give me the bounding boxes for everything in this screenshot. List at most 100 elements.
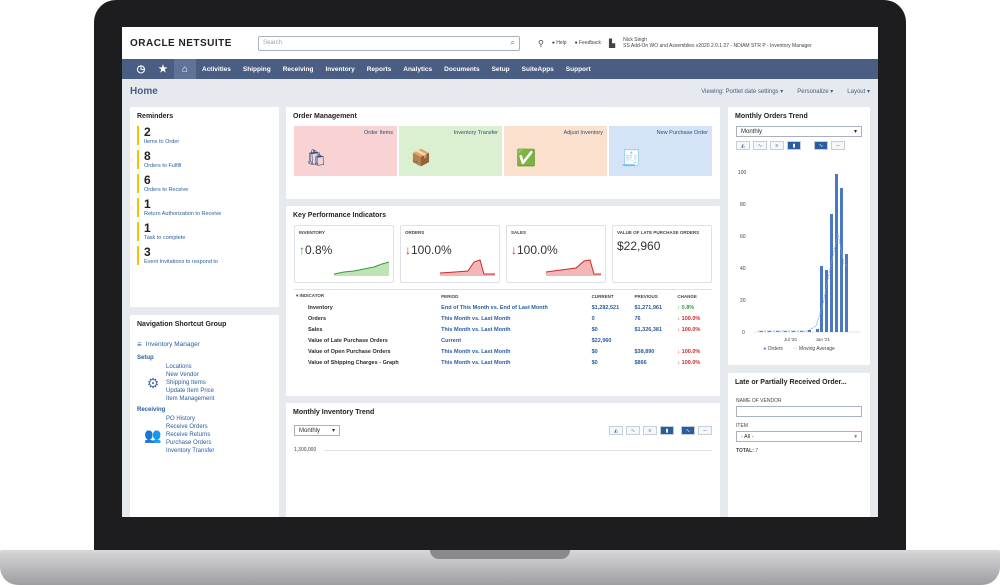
reminder-item[interactable]: 3 Event Invitations to respond to bbox=[137, 246, 272, 265]
bar-chart-icon[interactable]: ▮ bbox=[660, 426, 674, 435]
shortcut-link[interactable]: Locations bbox=[166, 363, 214, 371]
nav-inventory[interactable]: Inventory bbox=[319, 66, 360, 73]
bar-chart-icon[interactable]: ▮ bbox=[787, 141, 801, 150]
kpi-card-inventory[interactable]: INVENTORY ↑0.8% bbox=[294, 225, 394, 283]
period-cell[interactable]: End of This Month vs. End of Last Month bbox=[439, 302, 589, 313]
area-chart-icon[interactable]: ◭ bbox=[609, 426, 623, 435]
shortcut-link[interactable]: New Vendor bbox=[166, 371, 214, 379]
kpi-card-orders[interactable]: ORDERS ↓100.0% bbox=[400, 225, 500, 283]
shortcut-link[interactable]: Purchase Orders bbox=[166, 439, 214, 447]
search-icon[interactable]: ⌕ bbox=[511, 38, 515, 48]
moving-average-icon[interactable]: ∽ bbox=[831, 141, 845, 150]
nav-receiving[interactable]: Receiving bbox=[277, 66, 320, 73]
recent-records-icon[interactable]: ⚲ bbox=[538, 39, 544, 48]
shortcuts-star-icon[interactable]: ★ bbox=[152, 59, 174, 79]
nav-activities[interactable]: Activities bbox=[196, 66, 237, 73]
help-link[interactable]: ● Help bbox=[552, 40, 567, 46]
nav-setup[interactable]: Setup bbox=[486, 66, 516, 73]
previous-cell[interactable]: $1,326,381 bbox=[632, 324, 675, 335]
table-row: Value of Open Purchase Orders This Month … bbox=[294, 346, 712, 357]
previous-cell[interactable]: $866 bbox=[632, 357, 675, 368]
reminder-label[interactable]: Event Invitations to respond to bbox=[144, 259, 272, 265]
line-chart-icon[interactable]: ∿ bbox=[626, 426, 640, 435]
reminder-label[interactable]: Orders to Fulfill bbox=[144, 163, 272, 169]
new-purchase-order-tile[interactable]: New Purchase Order 🧾 bbox=[609, 126, 712, 176]
user-menu[interactable]: Nick Singh SS Add-On WO and Assemblies v… bbox=[623, 37, 812, 49]
column-header[interactable]: PREVIOUS bbox=[632, 290, 675, 302]
box-arrows-icon: 📦 bbox=[411, 150, 431, 167]
recent-history-icon[interactable]: ◷ bbox=[130, 59, 152, 79]
previous-cell[interactable]: 76 bbox=[632, 313, 675, 324]
shortcut-link[interactable]: Update Item Price bbox=[166, 387, 214, 395]
role-icon[interactable]: ▙ bbox=[609, 39, 615, 48]
reminder-label[interactable]: Task to complete bbox=[144, 235, 272, 241]
current-cell[interactable]: $0 bbox=[590, 346, 633, 357]
reminder-item[interactable]: 1 Return Authorization to Receive bbox=[137, 198, 272, 217]
column-header[interactable]: PERIOD bbox=[439, 290, 589, 302]
legend-dash-icon: - - bbox=[792, 346, 798, 352]
current-cell[interactable]: 0 bbox=[590, 313, 633, 324]
period-cell[interactable]: This Month vs. Last Month bbox=[439, 346, 589, 357]
moving-average-icon[interactable]: ∽ bbox=[698, 426, 712, 435]
previous-cell[interactable] bbox=[632, 335, 675, 346]
vendor-name-input[interactable] bbox=[736, 406, 862, 417]
viewing-label: Viewing: Portlet date settings bbox=[701, 88, 779, 95]
reminder-label[interactable]: Return Authorization to Receive bbox=[144, 211, 272, 217]
reminder-label[interactable]: Orders to Receive bbox=[144, 187, 272, 193]
current-cell[interactable]: $1,282,521 bbox=[590, 302, 633, 313]
column-header[interactable]: CHANGE bbox=[675, 290, 712, 302]
nav-documents[interactable]: Documents bbox=[438, 66, 485, 73]
reminder-item[interactable]: 2 Items to Order bbox=[137, 126, 272, 145]
trend-line-icon[interactable]: ∿ bbox=[681, 426, 695, 435]
column-header[interactable]: ▾ INDICATOR bbox=[294, 290, 439, 302]
personalize-dropdown[interactable]: Personalize ▾ bbox=[797, 88, 833, 95]
current-cell[interactable]: $22,960 bbox=[590, 335, 633, 346]
shortcut-link[interactable]: Receive Orders bbox=[166, 423, 214, 431]
feedback-link[interactable]: ● Feedback bbox=[575, 40, 601, 46]
shortcut-link[interactable]: PO History bbox=[166, 415, 214, 423]
reminder-item[interactable]: 1 Task to complete bbox=[137, 222, 272, 241]
reminder-item[interactable]: 8 Orders to Fulfill bbox=[137, 150, 272, 169]
shortcut-link[interactable]: Inventory Transfer bbox=[166, 447, 214, 455]
previous-cell[interactable]: $1,271,961 bbox=[632, 302, 675, 313]
trend-line-icon[interactable]: ∿ bbox=[814, 141, 828, 150]
kpi-card-sales[interactable]: SALES ↓100.0% bbox=[506, 225, 606, 283]
order-items-tile[interactable]: Order Items 🛍 bbox=[294, 126, 397, 176]
adjust-inventory-tile[interactable]: Adjust Inventory ✅ bbox=[504, 126, 607, 176]
nav-support[interactable]: Support bbox=[560, 66, 597, 73]
chart-type-toolbar: ◭ ∿ ≡ ▮ ∿ ∽ bbox=[728, 137, 870, 154]
global-search-input[interactable]: Search ⌕ bbox=[258, 35, 520, 51]
inventory-transfer-tile[interactable]: Inventory Transfer 📦 bbox=[399, 126, 502, 176]
shortcut-link[interactable]: Shipping Items bbox=[166, 379, 214, 387]
shortcut-link[interactable]: Item Management bbox=[166, 395, 214, 403]
current-cell[interactable]: $0 bbox=[590, 324, 633, 335]
current-cell[interactable]: $0 bbox=[590, 357, 633, 368]
total-value[interactable]: 7 bbox=[755, 448, 758, 454]
period-select[interactable]: Monthly ▾ bbox=[294, 425, 340, 436]
kpi-card-late-po[interactable]: VALUE OF LATE PURCHASE ORDERS $22,960 bbox=[612, 225, 712, 283]
period-cell[interactable]: Current bbox=[439, 335, 589, 346]
nav-shipping[interactable]: Shipping bbox=[237, 66, 277, 73]
shortcut-link[interactable]: Receive Returns bbox=[166, 431, 214, 439]
nav-analytics[interactable]: Analytics bbox=[397, 66, 438, 73]
column-header[interactable]: CURRENT bbox=[590, 290, 633, 302]
oracle-netsuite-logo[interactable]: ORACLE NETSUITE bbox=[130, 38, 258, 49]
previous-cell[interactable]: $38,890 bbox=[632, 346, 675, 357]
period-cell[interactable]: This Month vs. Last Month bbox=[439, 357, 589, 368]
period-cell[interactable]: This Month vs. Last Month bbox=[439, 324, 589, 335]
area-chart-icon[interactable]: ◭ bbox=[736, 141, 750, 150]
inventory-manager-group[interactable]: ≡ Inventory Manager bbox=[137, 340, 272, 349]
layout-dropdown[interactable]: Layout ▾ bbox=[847, 88, 870, 95]
line-chart-icon[interactable]: ∿ bbox=[753, 141, 767, 150]
home-icon[interactable]: ⌂ bbox=[174, 59, 196, 79]
period-select[interactable]: Monthly ▾ bbox=[736, 126, 862, 137]
item-select[interactable]: - All - ▾ bbox=[736, 431, 862, 442]
reminder-label[interactable]: Items to Order bbox=[144, 139, 272, 145]
period-cell[interactable]: This Month vs. Last Month bbox=[439, 313, 589, 324]
nav-reports[interactable]: Reports bbox=[361, 66, 398, 73]
reminder-item[interactable]: 6 Orders to Receive bbox=[137, 174, 272, 193]
bar-chart-horizontal-icon[interactable]: ≡ bbox=[643, 426, 657, 435]
bar-chart-horizontal-icon[interactable]: ≡ bbox=[770, 141, 784, 150]
nav-suiteapps[interactable]: SuiteApps bbox=[516, 66, 560, 73]
viewing-settings-dropdown[interactable]: Viewing: Portlet date settings ▾ bbox=[701, 88, 783, 95]
